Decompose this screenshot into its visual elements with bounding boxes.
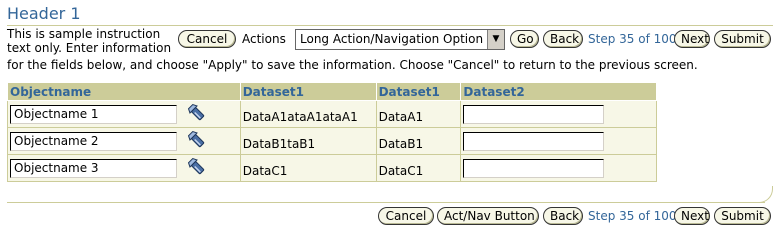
- flashlight-icon[interactable]: [187, 130, 207, 153]
- flashlight-icon[interactable]: [187, 103, 207, 126]
- dataset2-input[interactable]: [463, 104, 605, 124]
- bottom-submit-button[interactable]: Submit: [714, 207, 771, 225]
- actions-label: Actions: [242, 32, 286, 46]
- top-submit-button[interactable]: Submit: [714, 30, 771, 48]
- column-header-dataset1-second: Dataset1: [375, 82, 462, 101]
- dataset2-input[interactable]: [463, 158, 605, 178]
- instruction-text-line-3: for the fields below, and choose "Apply"…: [7, 58, 698, 72]
- objectname-cell: Objectname 2: [7, 127, 241, 155]
- objectname-input[interactable]: Objectname 2: [10, 131, 177, 151]
- table-row: Objectname 2 DataB1taB1 DataB1: [7, 127, 657, 155]
- objectname-cell: Objectname 3: [7, 154, 241, 182]
- bottom-step-indicator: Step 35 of 100: [588, 209, 677, 223]
- act-nav-button[interactable]: Act/Nav Button: [437, 207, 539, 225]
- data-table: Objectname Dataset1 Dataset1 Dataset2 Ob…: [7, 82, 657, 182]
- dataset2-cell: [460, 154, 657, 182]
- header-divider: [7, 25, 773, 26]
- table-row: Objectname 1 DataA1ataA1ataA1 DataA1: [7, 100, 657, 128]
- top-cancel-button[interactable]: Cancel: [178, 30, 236, 48]
- dataset2-cell: [460, 127, 657, 155]
- dataset1-second-cell: DataB1: [375, 127, 462, 155]
- column-header-dataset1: Dataset1: [239, 82, 377, 101]
- top-back-button[interactable]: Back: [543, 30, 583, 48]
- table-row: Objectname 3 DataC1 DataC1: [7, 154, 657, 182]
- dataset2-input[interactable]: [463, 131, 605, 151]
- footer-divider: [7, 202, 765, 203]
- actions-select[interactable]: Long Action/Navigation Option 1 ▼: [295, 29, 505, 50]
- dataset1-second-cell: DataC1: [375, 154, 462, 182]
- column-header-objectname: Objectname: [7, 82, 241, 101]
- top-step-indicator: Step 35 of 100: [588, 32, 677, 46]
- footer-divider-corner: [759, 186, 773, 203]
- bottom-back-button[interactable]: Back: [543, 207, 583, 225]
- objectname-input[interactable]: Objectname 3: [10, 158, 177, 178]
- actions-select-value: Long Action/Navigation Option 1: [300, 32, 495, 46]
- instruction-text-line-2: text only. Enter information: [7, 41, 172, 55]
- dataset1-second-cell: DataA1: [375, 100, 462, 128]
- flashlight-icon[interactable]: [187, 157, 207, 180]
- dataset1-cell: DataA1ataA1ataA1: [239, 100, 377, 128]
- column-header-dataset2: Dataset2: [460, 82, 657, 101]
- dataset2-cell: [460, 100, 657, 128]
- page-title: Header 1: [7, 4, 81, 23]
- instruction-text-line-1: This is sample instruction: [7, 27, 161, 41]
- objectname-cell: Objectname 1: [7, 100, 241, 128]
- dataset1-cell: DataB1taB1: [239, 127, 377, 155]
- dataset1-cell: DataC1: [239, 154, 377, 182]
- top-next-button[interactable]: Next: [674, 30, 710, 48]
- bottom-cancel-button[interactable]: Cancel: [378, 207, 434, 225]
- chevron-down-icon[interactable]: ▼: [487, 30, 504, 49]
- table-header-row: Objectname Dataset1 Dataset1 Dataset2: [7, 82, 657, 101]
- bottom-next-button[interactable]: Next: [674, 207, 710, 225]
- objectname-input[interactable]: Objectname 1: [10, 104, 177, 124]
- go-button[interactable]: Go: [510, 30, 539, 48]
